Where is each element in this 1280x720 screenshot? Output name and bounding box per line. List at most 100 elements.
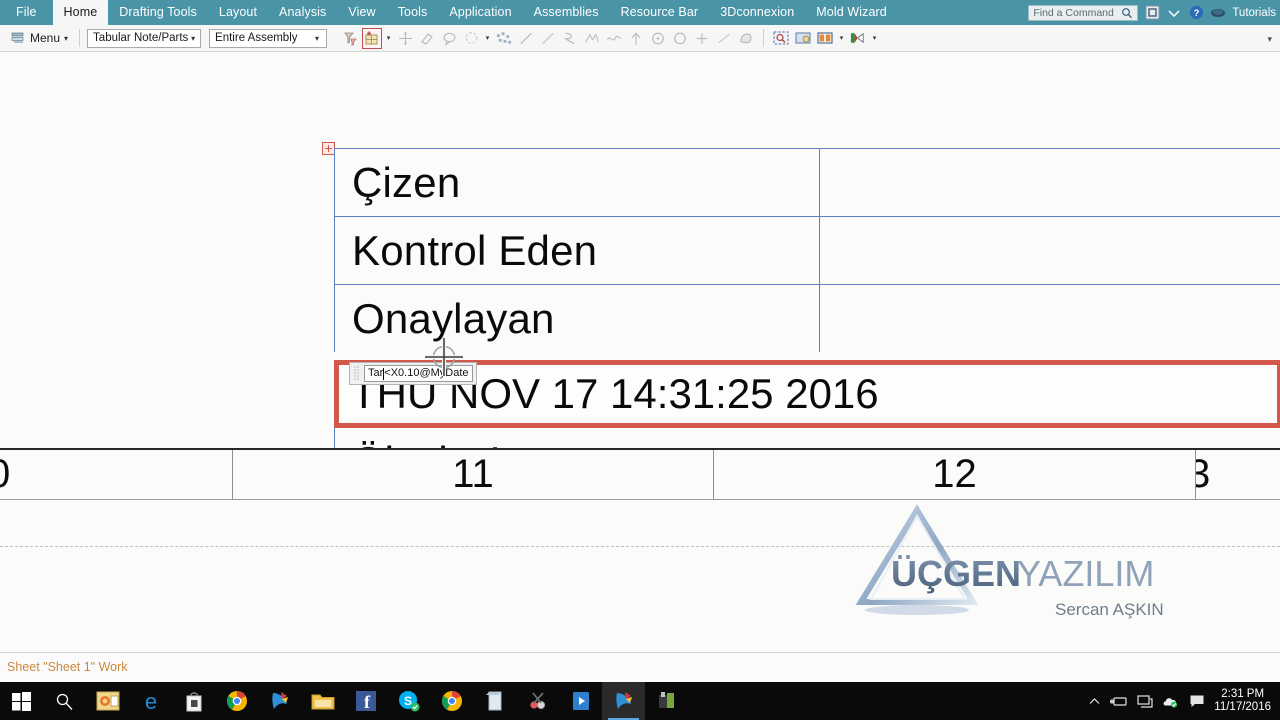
filter-icon[interactable] xyxy=(340,28,360,49)
spline-icon[interactable] xyxy=(560,28,580,49)
ribbon-tab-application[interactable]: Application xyxy=(438,0,522,25)
toolbar-separator-2 xyxy=(763,29,765,47)
drag-grip-icon[interactable] xyxy=(350,363,363,384)
find-command-input[interactable]: Find a Command xyxy=(1028,4,1139,21)
scatter-icon[interactable] xyxy=(494,28,514,49)
taskbar-item-nx[interactable] xyxy=(645,682,688,720)
toolbar-overflow-button[interactable]: ▾ xyxy=(1267,29,1280,47)
ribbon-right-group: Find a Command ? Tutorials xyxy=(1028,0,1280,25)
insert-table-cell-icon[interactable] xyxy=(362,27,383,49)
search-button[interactable] xyxy=(43,682,86,720)
ribbon-tab-tools[interactable]: Tools xyxy=(387,0,439,25)
ribbon-tab-mold-wizard[interactable]: Mold Wizard xyxy=(805,0,898,25)
ribbon-tab-view[interactable]: View xyxy=(337,0,386,25)
taskbar-item-explorer[interactable] xyxy=(301,682,344,720)
plus-icon[interactable] xyxy=(692,28,712,49)
table-cell-label: Onaylayan xyxy=(352,294,555,342)
inline-text-editor[interactable]: Tar <X0.10@MyDate xyxy=(349,362,477,385)
action-center-icon[interactable] xyxy=(1188,693,1205,710)
move-icon[interactable] xyxy=(395,28,415,49)
circle-icon[interactable] xyxy=(670,28,690,49)
taskbar-item-chrome2[interactable] xyxy=(430,682,473,720)
balloon-icon[interactable] xyxy=(461,28,481,49)
taskbar-item-notepad[interactable] xyxy=(473,682,516,720)
color-palette-icon[interactable] xyxy=(848,28,868,49)
ribbon-tab-resource-bar[interactable]: Resource Bar xyxy=(610,0,710,25)
taskbar-item-facebook[interactable]: f xyxy=(344,682,387,720)
ribbon-tab-analysis[interactable]: Analysis xyxy=(268,0,337,25)
svg-text:?: ? xyxy=(1193,8,1199,19)
menu-button[interactable]: Menu ▾ xyxy=(6,28,72,48)
table-row[interactable]: Onaylayan xyxy=(334,284,1280,352)
table-row[interactable]: Çizen xyxy=(334,148,1280,216)
arrow-up-icon[interactable] xyxy=(626,28,646,49)
region-icon[interactable] xyxy=(736,28,756,49)
scope-value: Entire Assembly xyxy=(215,32,298,44)
erase-icon[interactable] xyxy=(417,28,437,49)
layout-split-dropdown-arrow[interactable]: ▾ xyxy=(837,28,846,49)
taskbar-item-media[interactable] xyxy=(559,682,602,720)
taskbar-item-camtasia2[interactable] xyxy=(602,682,645,720)
line2-icon[interactable] xyxy=(538,28,558,49)
polyline-icon[interactable] xyxy=(582,28,602,49)
balloon-dropdown-arrow[interactable]: ▾ xyxy=(483,28,492,49)
ruler-cell[interactable]: 12 xyxy=(714,450,1196,499)
ruler-cell[interactable]: 3 xyxy=(1196,450,1280,499)
ruler-cell[interactable]: 11 xyxy=(233,450,714,499)
start-button[interactable] xyxy=(0,682,43,720)
table-row[interactable]: Kontrol Eden xyxy=(334,216,1280,284)
taskbar-item-camtasia[interactable] xyxy=(258,682,301,720)
ribbon-tab-drafting-tools[interactable]: Drafting Tools xyxy=(108,0,208,25)
note-icon[interactable] xyxy=(439,28,459,49)
drawing-canvas[interactable]: Çizen Kontrol Eden Onaylayan THU NOV 17 … xyxy=(0,52,1280,652)
diagonal-icon[interactable] xyxy=(714,28,734,49)
taskbar-clock[interactable]: 2:31 PM 11/17/2016 xyxy=(1214,688,1271,714)
help-icon[interactable]: ? xyxy=(1188,5,1204,21)
layout-split-icon[interactable] xyxy=(815,28,835,49)
taskbar-item-skype[interactable]: S xyxy=(387,682,430,720)
chevron-down-icon: ▾ xyxy=(1267,34,1272,44)
magnifier-icon xyxy=(1119,5,1135,21)
taskbar-item-snip[interactable] xyxy=(516,682,559,720)
status-bar: Sheet "Sheet 1" Work xyxy=(0,652,1280,680)
taskbar-item-store[interactable] xyxy=(172,682,215,720)
title-block-table: Çizen Kontrol Eden Onaylayan xyxy=(334,148,1280,352)
inline-text-input[interactable]: Tar <X0.10@MyDate xyxy=(364,365,473,382)
tutorials-icon[interactable] xyxy=(1210,5,1226,21)
chevron-down-icon: ▾ xyxy=(191,33,196,43)
ribbon-tab-bar: File Home Drafting Tools Layout Analysis… xyxy=(0,0,1280,25)
tutorials-label[interactable]: Tutorials xyxy=(1232,7,1278,19)
chevron-up-icon[interactable] xyxy=(1087,693,1101,710)
wave-icon[interactable] xyxy=(604,28,624,49)
pen-tablet-icon[interactable] xyxy=(1110,693,1127,710)
menu-label: Menu xyxy=(30,31,61,45)
chevron-down-icon[interactable] xyxy=(1166,5,1182,21)
zoom-window-icon[interactable] xyxy=(771,28,791,49)
onedrive-icon[interactable] xyxy=(1162,693,1179,710)
render-icon[interactable] xyxy=(793,28,813,49)
line-icon[interactable] xyxy=(516,28,536,49)
minimize-ribbon-icon[interactable] xyxy=(1144,5,1160,21)
color-palette-dropdown-arrow[interactable]: ▾ xyxy=(870,28,879,49)
network-icon[interactable] xyxy=(1136,693,1153,710)
table-cell-label: Çizen xyxy=(352,158,461,206)
taskbar-item-outlook[interactable] xyxy=(86,682,129,720)
ribbon-tab-layout[interactable]: Layout xyxy=(208,0,268,25)
ribbon-tab-assemblies[interactable]: Assemblies xyxy=(523,0,610,25)
toolbar-separator-1 xyxy=(79,29,81,47)
status-bar-text: Sheet "Sheet 1" Work xyxy=(7,659,128,674)
column-divider xyxy=(819,149,820,216)
note-type-combo[interactable]: Tabular Note/Parts ▾ xyxy=(87,28,202,48)
taskbar-item-chrome[interactable] xyxy=(215,682,258,720)
ribbon-tab-home[interactable]: Home xyxy=(52,0,109,25)
sheet-index-ruler: 0 11 12 3 xyxy=(0,448,1280,500)
clock-time: 2:31 PM xyxy=(1221,688,1265,700)
circle-center-icon[interactable] xyxy=(648,28,668,49)
ribbon-tab-file[interactable]: File xyxy=(0,0,53,25)
taskbar-item-edge[interactable]: e xyxy=(129,682,172,720)
insert-table-cell-dropdown-arrow[interactable]: ▾ xyxy=(384,28,393,49)
editor-text-before-caret: Tar xyxy=(368,367,384,379)
ribbon-tab-3dconnexion[interactable]: 3Dconnexion xyxy=(709,0,805,25)
ruler-cell[interactable]: 0 xyxy=(0,450,233,499)
scope-combo[interactable]: Entire Assembly ▾ xyxy=(209,28,328,48)
